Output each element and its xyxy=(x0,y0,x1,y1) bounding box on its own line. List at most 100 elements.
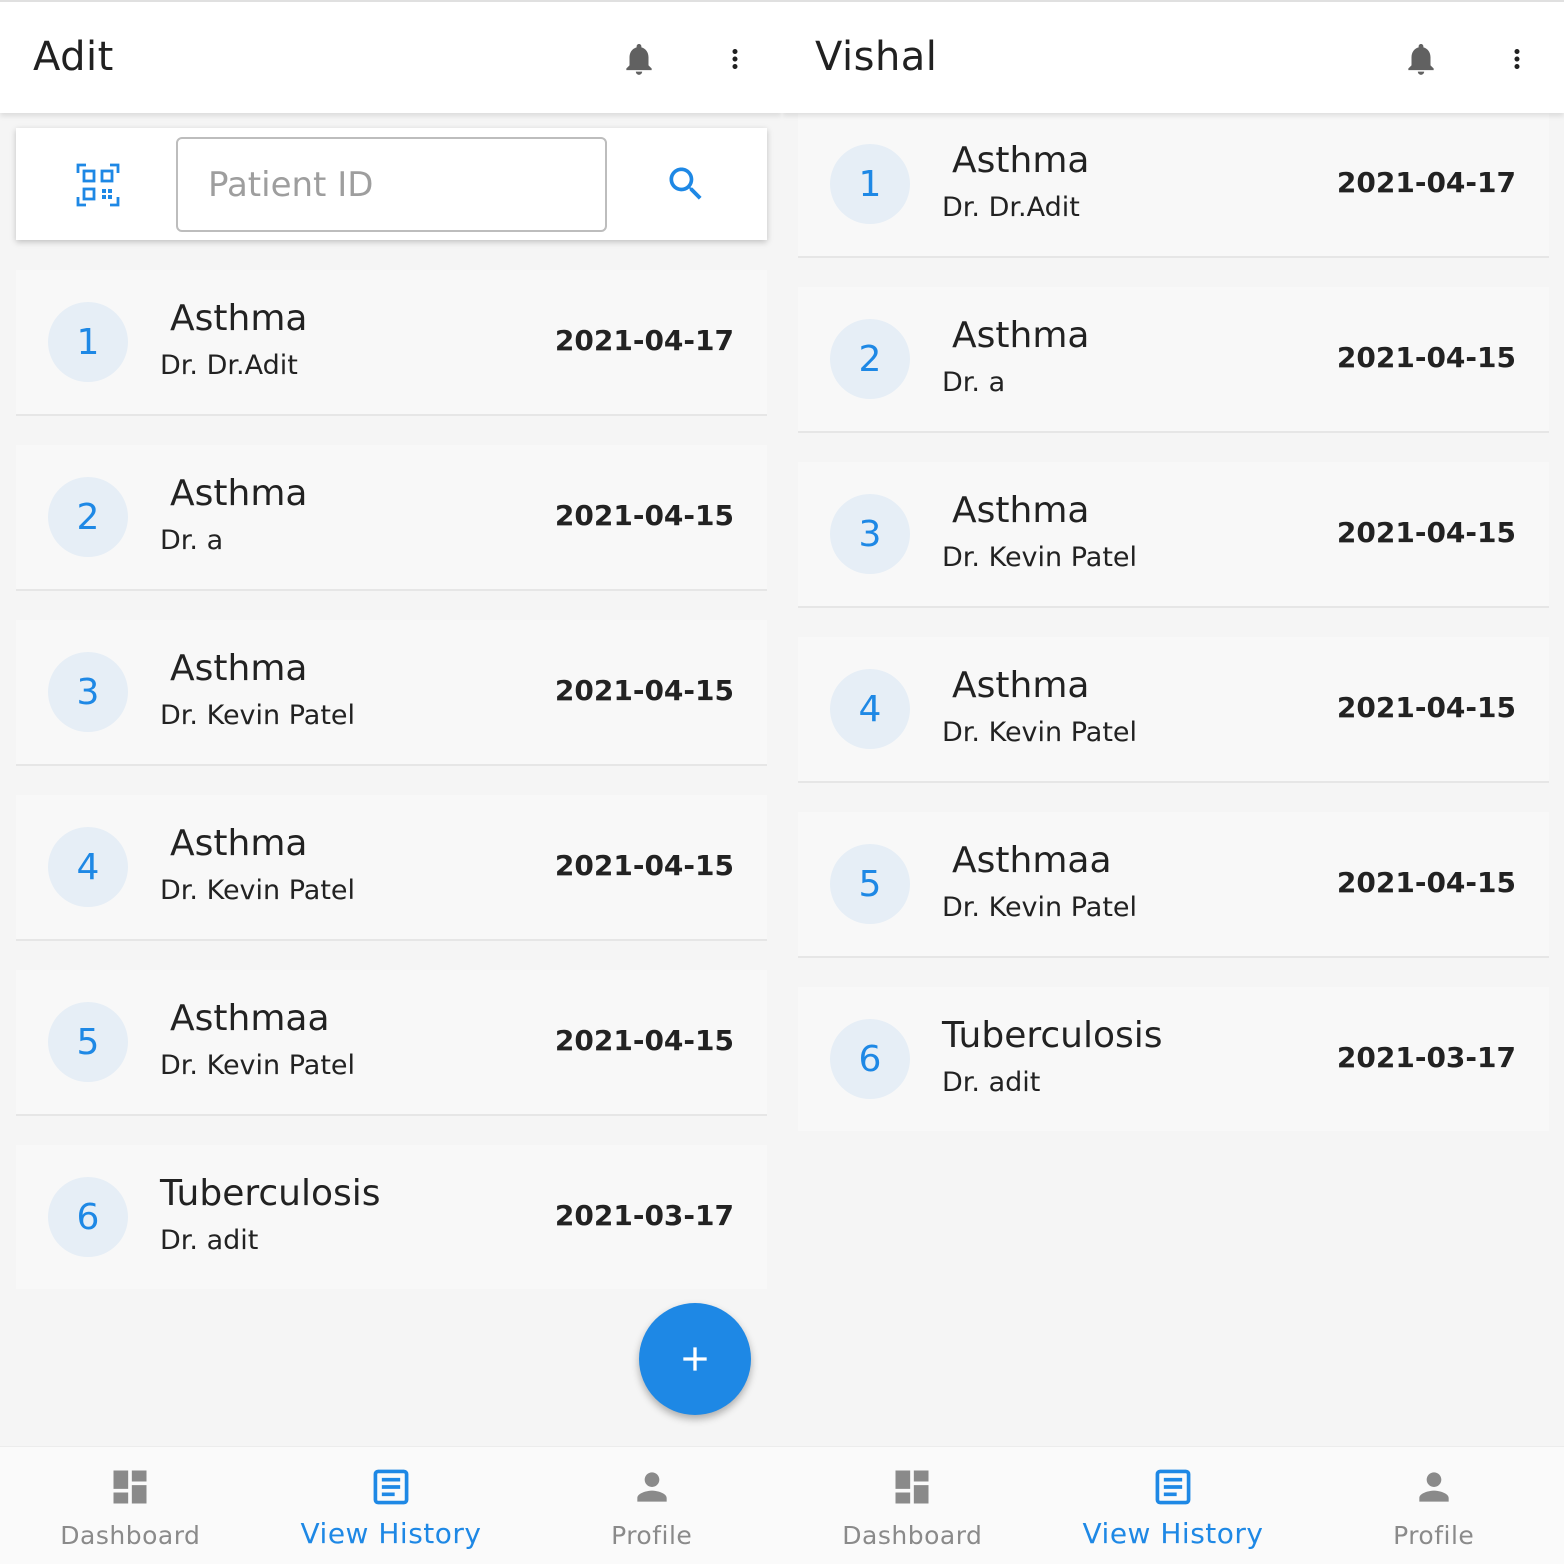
app-bar-title: Adit xyxy=(33,34,114,80)
history-icon xyxy=(1155,1469,1191,1505)
qr-scan-icon[interactable] xyxy=(74,161,122,209)
divider xyxy=(798,606,1549,637)
search-card xyxy=(16,128,767,240)
record-date: 2021-03-17 xyxy=(1336,1041,1516,1074)
bottom-nav: Dashboard View History Profile xyxy=(782,1446,1564,1564)
doctor-name: Dr. Kevin Patel xyxy=(942,717,1138,748)
divider xyxy=(798,956,1549,987)
history-list: 1 Asthma Dr. Dr.Adit 2021-04-17 2 Asthma… xyxy=(798,112,1549,1131)
divider xyxy=(798,431,1549,462)
more-vert-icon[interactable] xyxy=(1502,38,1532,80)
doctor-name: Dr. Kevin Patel xyxy=(160,875,356,906)
record-date: 2021-03-17 xyxy=(554,1199,734,1232)
divider xyxy=(16,939,767,970)
record-date: 2021-04-17 xyxy=(554,324,734,357)
nav-label: Dashboard xyxy=(842,1521,983,1550)
disease-name: Asthma xyxy=(952,665,1090,706)
record-number-avatar: 4 xyxy=(48,827,128,907)
nav-dashboard[interactable]: Dashboard xyxy=(782,1447,1043,1564)
divider xyxy=(16,414,767,445)
history-list: 1 Asthma Dr. Dr.Adit 2021-04-17 2 Asthma… xyxy=(16,270,767,1289)
divider xyxy=(16,764,767,795)
nav-label: Dashboard xyxy=(60,1521,201,1550)
dashboard-icon xyxy=(113,1470,147,1504)
screen-vishal: Vishal 1 Asthma Dr. Dr.Adit 2021-04-17 2… xyxy=(782,0,1564,1564)
record-date: 2021-04-15 xyxy=(1336,341,1516,374)
nav-dashboard[interactable]: Dashboard xyxy=(0,1447,261,1564)
history-card[interactable]: 2 Asthma Dr. a 2021-04-15 xyxy=(798,287,1549,431)
nav-label: Profile xyxy=(611,1521,693,1550)
record-date: 2021-04-15 xyxy=(1336,866,1516,899)
bell-icon[interactable] xyxy=(1402,38,1440,80)
record-date: 2021-04-15 xyxy=(554,674,734,707)
nav-view-history[interactable]: View History xyxy=(1043,1447,1304,1564)
nav-view-history[interactable]: View History xyxy=(261,1447,522,1564)
history-card[interactable]: 4 Asthma Dr. Kevin Patel 2021-04-15 xyxy=(16,795,767,939)
record-number-avatar: 5 xyxy=(830,844,910,924)
history-card[interactable]: 1 Asthma Dr. Dr.Adit 2021-04-17 xyxy=(16,270,767,414)
nav-label: View History xyxy=(300,1517,482,1550)
history-card[interactable]: 6 Tuberculosis Dr. adit 2021-03-17 xyxy=(16,1145,767,1289)
plus-icon xyxy=(683,1347,707,1371)
divider xyxy=(798,256,1549,287)
divider xyxy=(16,1114,767,1145)
disease-name: Tuberculosis xyxy=(160,1173,381,1214)
more-vert-icon[interactable] xyxy=(720,38,750,80)
doctor-name: Dr. a xyxy=(160,525,224,556)
doctor-name: Dr. Kevin Patel xyxy=(942,892,1138,923)
record-number-avatar: 1 xyxy=(48,302,128,382)
person-icon xyxy=(637,1472,667,1502)
screen-adit: Adit 1 Asthma Dr. Dr.Adit 2021-04-17 xyxy=(0,0,782,1564)
record-number-avatar: 6 xyxy=(48,1177,128,1257)
record-date: 2021-04-15 xyxy=(554,499,734,532)
disease-name: Asthmaa xyxy=(952,840,1112,881)
history-card[interactable]: 3 Asthma Dr. Kevin Patel 2021-04-15 xyxy=(16,620,767,764)
doctor-name: Dr. adit xyxy=(942,1067,1041,1098)
disease-name: Tuberculosis xyxy=(942,1015,1163,1056)
doctor-name: Dr. Dr.Adit xyxy=(160,350,298,381)
record-number-avatar: 5 xyxy=(48,1002,128,1082)
app-bar: Adit xyxy=(0,0,782,113)
bottom-nav: Dashboard View History Profile xyxy=(0,1446,782,1564)
add-record-button[interactable] xyxy=(639,1303,751,1415)
record-date: 2021-04-15 xyxy=(554,849,734,882)
nav-label: Profile xyxy=(1393,1521,1475,1550)
record-number-avatar: 4 xyxy=(830,669,910,749)
dashboard-icon xyxy=(895,1470,929,1504)
history-card[interactable]: 5 Asthmaa Dr. Kevin Patel 2021-04-15 xyxy=(798,812,1549,956)
disease-name: Asthma xyxy=(170,823,308,864)
patient-id-input[interactable] xyxy=(176,137,607,232)
disease-name: Asthma xyxy=(952,490,1090,531)
history-card[interactable]: 3 Asthma Dr. Kevin Patel 2021-04-15 xyxy=(798,462,1549,606)
disease-name: Asthmaa xyxy=(170,998,330,1039)
bell-icon[interactable] xyxy=(620,38,658,80)
disease-name: Asthma xyxy=(170,648,308,689)
divider xyxy=(798,781,1549,812)
search-icon[interactable] xyxy=(664,162,708,206)
nav-profile[interactable]: Profile xyxy=(521,1447,782,1564)
disease-name: Asthma xyxy=(170,473,308,514)
doctor-name: Dr. Kevin Patel xyxy=(942,542,1138,573)
record-number-avatar: 3 xyxy=(830,494,910,574)
disease-name: Asthma xyxy=(170,298,308,339)
record-number-avatar: 1 xyxy=(830,144,910,224)
app-bar: Vishal xyxy=(782,0,1564,113)
doctor-name: Dr. Dr.Adit xyxy=(942,192,1080,223)
history-card[interactable]: 4 Asthma Dr. Kevin Patel 2021-04-15 xyxy=(798,637,1549,781)
record-date: 2021-04-17 xyxy=(1336,166,1516,199)
record-number-avatar: 6 xyxy=(830,1019,910,1099)
doctor-name: Dr. adit xyxy=(160,1225,259,1256)
history-card[interactable]: 6 Tuberculosis Dr. adit 2021-03-17 xyxy=(798,987,1549,1131)
divider xyxy=(16,589,767,620)
history-card[interactable]: 1 Asthma Dr. Dr.Adit 2021-04-17 xyxy=(798,112,1549,256)
record-number-avatar: 3 xyxy=(48,652,128,732)
doctor-name: Dr. a xyxy=(942,367,1006,398)
record-number-avatar: 2 xyxy=(48,477,128,557)
history-card[interactable]: 5 Asthmaa Dr. Kevin Patel 2021-04-15 xyxy=(16,970,767,1114)
nav-profile[interactable]: Profile xyxy=(1303,1447,1564,1564)
history-icon xyxy=(373,1469,409,1505)
person-icon xyxy=(1419,1472,1449,1502)
record-date: 2021-04-15 xyxy=(1336,516,1516,549)
history-card[interactable]: 2 Asthma Dr. a 2021-04-15 xyxy=(16,445,767,589)
disease-name: Asthma xyxy=(952,140,1090,181)
